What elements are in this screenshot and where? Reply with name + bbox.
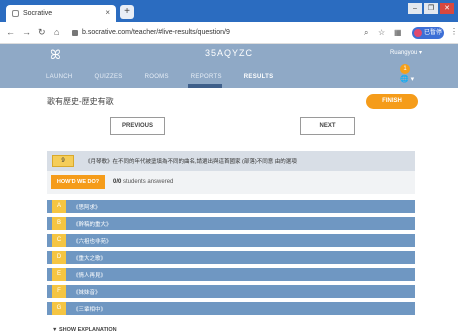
new-tab-button[interactable]: + [120,5,134,19]
nav-launch[interactable]: LAUNCH [46,74,72,80]
choice-letter: G [52,302,66,315]
nav-rooms[interactable]: ROOMS [145,74,169,80]
back-arrow-icon[interactable]: ← [6,27,15,37]
answer-summary: HOW'D WE DO? 0/0 students answered [47,171,415,194]
home-icon[interactable]: ⌂ [54,27,59,37]
main-nav: LAUNCH QUIZZES ROOMS REPORTS RESULTS [46,74,273,80]
active-tab-indicator [188,84,222,88]
tab-title: Socrative [23,10,53,17]
url-text: b.socrative.com/teacher/#live-results/qu… [82,29,230,36]
choice-a: A 《思阿求》 [47,200,415,213]
students-answered: 0/0 students answered [113,179,173,185]
choice-e: E 《情人再見》 [47,268,415,281]
choice-text: 《妹妹音》 [73,290,101,296]
quiz-title: 歌有歷史-歷史有歌 [47,97,114,106]
extension-icon[interactable]: ▦ [394,28,402,37]
account-menu[interactable]: Ruangyou ▾ [390,49,422,56]
finish-button[interactable]: FINISH [366,94,418,109]
forward-arrow-icon[interactable]: → [22,27,31,37]
question-number: 9 [52,155,74,167]
question-text: 《月琴歌》在不同的年代被塗填為不同的曲名,請選出與這首國家 (部落)不同意 由的… [85,159,297,165]
minimize-button[interactable]: – [408,3,422,14]
choice-g: G 《三輩相中》 [47,302,415,315]
choice-text: 《六祖也非苑》 [73,239,112,245]
choice-b: B 《幹稿的重大》 [47,217,415,230]
reload-icon[interactable]: ↻ [38,27,46,38]
profile-button[interactable]: 已暫停 [412,27,444,39]
nav-reports[interactable]: REPORTS [191,74,222,80]
nav-results[interactable]: RESULTS [244,74,274,80]
nav-quizzes[interactable]: QUIZZES [94,74,122,80]
browser-tabbar: Socrative × + – ❐ ✕ [0,0,458,22]
language-globe-icon[interactable]: 🌐 ▾ [400,75,414,83]
answered-suffix: students answered [121,179,174,185]
browser-tab[interactable]: Socrative × [6,5,116,22]
question-card: 9 《月琴歌》在不同的年代被塗填為不同的曲名,請選出與這首國家 (部落)不同意 … [47,151,415,171]
choice-text: 《重大之歌》 [73,256,107,262]
choice-letter: A [52,200,66,213]
choice-c: C 《六祖也非苑》 [47,234,415,247]
lock-icon [72,30,78,36]
star-icon[interactable]: ☆ [378,28,385,37]
choice-text: 《三輩相中》 [73,307,107,313]
window-controls: – ❐ ✕ [408,3,454,14]
browser-toolbar: ← → ↻ ⌂ b.socrative.com/teacher/#live-re… [0,22,458,44]
address-bar[interactable]: b.socrative.com/teacher/#live-results/qu… [72,26,322,40]
choice-letter: F [52,285,66,298]
show-explanation-toggle[interactable]: ▼ SHOW EXPLANATION [52,327,117,333]
choice-letter: C [52,234,66,247]
choice-text: 《情人再見》 [73,273,107,279]
choice-letter: E [52,268,66,281]
choice-d: D 《重大之歌》 [47,251,415,264]
choice-text: 《思阿求》 [73,205,101,211]
notification-badge[interactable]: 1 [400,64,410,74]
choice-letter: B [52,217,66,230]
tab-close-icon[interactable]: × [105,8,110,17]
close-window-button[interactable]: ✕ [440,3,454,14]
how-did-we-do-button[interactable]: HOW'D WE DO? [51,175,105,189]
choice-f: F 《妹妹音》 [47,285,415,298]
choice-letter: D [52,251,66,264]
maximize-button[interactable]: ❐ [424,3,438,14]
previous-button[interactable]: PREVIOUS [110,117,165,135]
more-menu-icon[interactable]: ⋮ [450,27,458,36]
search-icon[interactable]: ⌕ [364,28,368,38]
app-header: ꕤ 35AQYZC Ruangyou ▾ LAUNCH QUIZZES ROOM… [0,44,458,88]
answer-choices: A 《思阿求》 B 《幹稿的重大》 C 《六祖也非苑》 D 《重大之歌》 E 《情人再見》… [47,200,415,319]
favicon-icon [12,10,19,17]
next-button[interactable]: NEXT [300,117,355,135]
choice-text: 《幹稿的重大》 [73,222,112,228]
